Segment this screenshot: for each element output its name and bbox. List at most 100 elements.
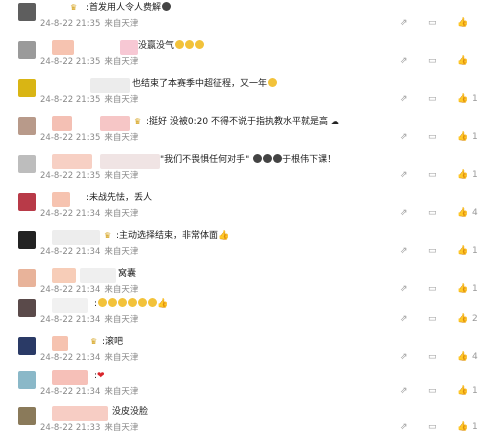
username-redacted [52, 370, 88, 385]
comment-icon[interactable]: ▭ [428, 420, 437, 434]
share-icon[interactable]: ⇗ [400, 420, 408, 434]
comment-actions: ⇗ ▭ 👍 1 [400, 168, 500, 182]
like-icon[interactable]: 👍 [457, 282, 468, 296]
emoji-icon [194, 40, 204, 49]
like-icon[interactable]: 👍 [457, 350, 468, 364]
comment-text: :挺好 没被0:20 不得不说于指执教水平就是高 ☁ [146, 117, 339, 127]
like-count: 1 [472, 170, 478, 180]
like-count: 1 [472, 94, 478, 104]
share-icon[interactable]: ⇗ [400, 282, 408, 296]
avatar[interactable] [18, 231, 36, 249]
username-redacted [52, 336, 68, 351]
comment-row: ♛ :首发用人令人费解 24-8-22 21:35 来自天津 ⇗ ▭ 👍 [0, 0, 500, 38]
comment-actions: ⇗ ▭ 👍 1 [400, 92, 500, 106]
comment-actions: ⇗ ▭ 👍 1 [400, 420, 500, 434]
emoji-icon [127, 298, 137, 307]
share-icon[interactable]: ⇗ [400, 244, 408, 258]
username-redacted [52, 116, 72, 131]
share-icon[interactable]: ⇗ [400, 168, 408, 182]
share-icon[interactable]: ⇗ [400, 16, 408, 30]
avatar[interactable] [18, 41, 36, 59]
avatar[interactable] [18, 407, 36, 425]
avatar[interactable] [18, 117, 36, 135]
comment-meta: 24-8-22 21:33 来自天津 [40, 421, 138, 435]
comment-source: 来自天津 [104, 19, 139, 29]
comment-time: 24-8-22 21:34 [40, 315, 101, 325]
like-count: 1 [472, 132, 478, 142]
avatar[interactable] [18, 193, 36, 211]
share-icon[interactable]: ⇗ [400, 350, 408, 364]
like-icon[interactable]: 👍 [457, 92, 468, 106]
avatar[interactable] [18, 79, 36, 97]
comment-actions: ⇗ ▭ 👍 4 [400, 350, 500, 364]
username-redacted [80, 268, 116, 283]
user-badge-icon: ♛ [90, 337, 98, 346]
avatar[interactable] [18, 371, 36, 389]
emoji-icon [97, 298, 107, 307]
comment-icon[interactable]: ▭ [428, 16, 437, 30]
comment-meta: 24-8-22 21:34 来自天津 [40, 385, 138, 399]
comment-icon[interactable]: ▭ [428, 244, 437, 258]
comment-actions: ⇗ ▭ 👍 1 [400, 384, 500, 398]
like-icon[interactable]: 👍 [457, 168, 468, 182]
like-icon[interactable]: 👍 [457, 384, 468, 398]
avatar[interactable] [18, 299, 36, 317]
like-icon[interactable]: 👍 [457, 420, 468, 434]
comment-icon[interactable]: ▭ [428, 168, 437, 182]
comment-text: :首发用人令人费解 [86, 0, 171, 16]
comment-actions: ⇗ ▭ 👍 4 [400, 206, 500, 220]
comment-icon[interactable]: ▭ [428, 92, 437, 106]
comment-time: 24-8-22 21:35 [40, 95, 101, 105]
comment-icon[interactable]: ▭ [428, 350, 437, 364]
comment-icon[interactable]: ▭ [428, 206, 437, 220]
username-redacted [100, 154, 160, 169]
username-redacted [90, 78, 130, 93]
like-count: 4 [472, 208, 478, 218]
share-icon[interactable]: ⇗ [400, 92, 408, 106]
share-icon[interactable]: ⇗ [400, 54, 408, 68]
like-count: 1 [472, 422, 478, 432]
username-redacted [120, 40, 138, 55]
avatar[interactable] [18, 337, 36, 355]
comment-icon[interactable]: ▭ [428, 130, 437, 144]
comment-actions: ⇗ ▭ 👍 [400, 54, 500, 68]
share-icon[interactable]: ⇗ [400, 206, 408, 220]
emoji-icon [272, 154, 282, 163]
avatar[interactable] [18, 155, 36, 173]
comment-row: 没赢没气 24-8-22 21:35 来自天津 ⇗ ▭ 👍 [0, 38, 500, 76]
comment-source: 来自天津 [104, 247, 139, 257]
comment-time: 24-8-22 21:35 [40, 57, 101, 67]
comment-text: :❤ [94, 371, 105, 381]
comment-meta: 24-8-22 21:34 来自天津 [40, 245, 138, 259]
share-icon[interactable]: ⇗ [400, 130, 408, 144]
comment-icon[interactable]: ▭ [428, 282, 437, 296]
comment-meta: 24-8-22 21:35 来自天津 [40, 17, 138, 31]
comment-icon[interactable]: ▭ [428, 54, 437, 68]
like-icon[interactable]: 👍 [457, 130, 468, 144]
like-icon[interactable]: 👍 [457, 244, 468, 258]
username-redacted [52, 298, 88, 313]
comment-icon[interactable]: ▭ [428, 384, 437, 398]
like-icon[interactable]: 👍 [457, 206, 468, 220]
comment-source: 来自天津 [104, 133, 139, 143]
comment-list: ♛ :首发用人令人费解 24-8-22 21:35 来自天津 ⇗ ▭ 👍 没赢没气… [0, 0, 500, 440]
comment-text: : 👍 [94, 298, 169, 309]
emoji-icon [174, 40, 184, 49]
comment-text: 窝囊 [118, 269, 137, 279]
like-icon[interactable]: 👍 [457, 54, 468, 68]
like-icon[interactable]: 👍 [457, 16, 468, 30]
thumbs-up-emoji-icon: 👍 [218, 231, 230, 241]
comment-time: 24-8-22 21:34 [40, 387, 101, 397]
like-count: 4 [472, 352, 478, 362]
comment-icon[interactable]: ▭ [428, 312, 437, 326]
share-icon[interactable]: ⇗ [400, 312, 408, 326]
comment-text: :滚吧 [102, 337, 124, 347]
comment-text: 也结束了本赛季中超征程，又一年 [132, 76, 277, 92]
username-redacted [52, 268, 76, 283]
share-icon[interactable]: ⇗ [400, 384, 408, 398]
like-icon[interactable]: 👍 [457, 312, 468, 326]
like-count: 1 [472, 386, 478, 396]
avatar[interactable] [18, 269, 36, 287]
avatar[interactable] [18, 3, 36, 21]
comment-time: 24-8-22 21:35 [40, 19, 101, 29]
